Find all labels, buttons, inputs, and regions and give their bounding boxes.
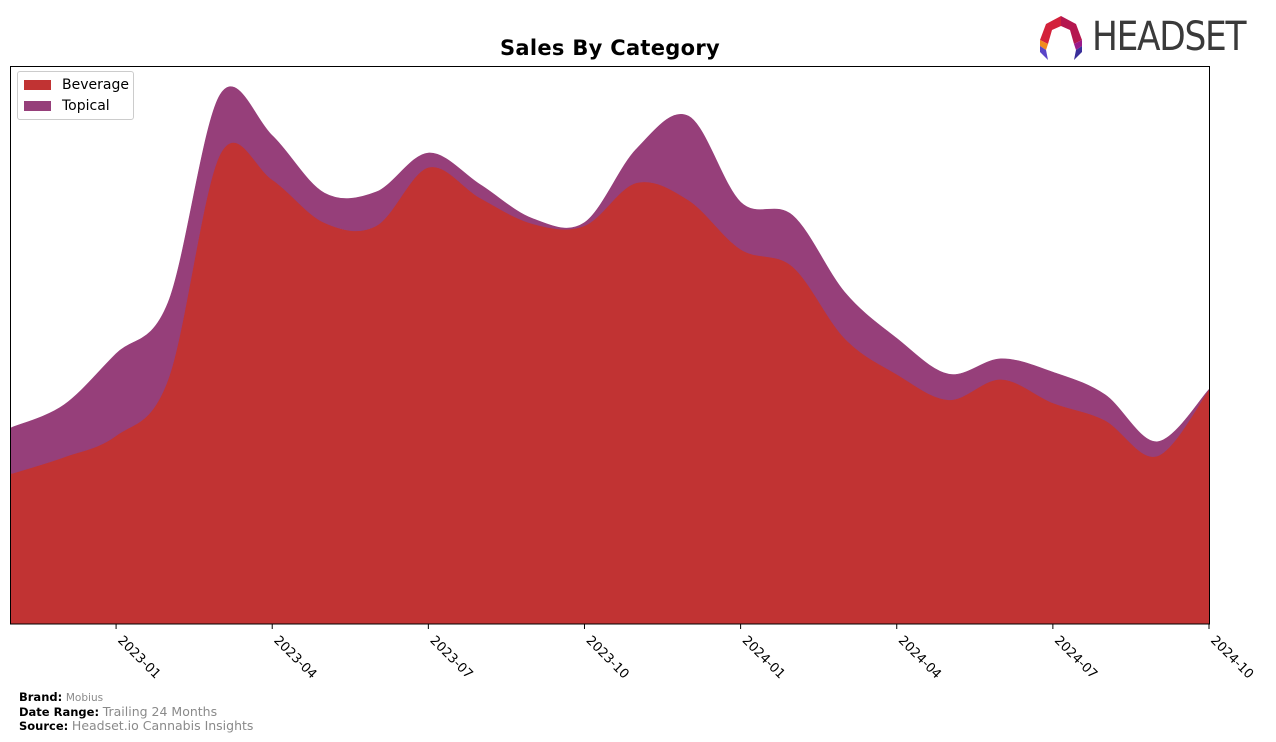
legend-swatch-beverage	[24, 80, 51, 90]
x-tick-label: 2023-10	[583, 633, 632, 682]
chart-plot: 2023-01 2023-04 2023-07 2023-10 2024-01 2024-…	[10, 66, 1256, 682]
footer-date-value: Trailing 24 Months	[102, 704, 218, 719]
legend-item-topical: Topical	[24, 97, 110, 115]
legend: Beverage Topical	[17, 71, 134, 120]
x-tick-label: 2024-04	[895, 633, 944, 682]
footer-brand: Brand: Mobius	[19, 690, 253, 705]
footer: Brand: Mobius Date Range: Trailing 24 Mo…	[19, 690, 253, 733]
x-axis: 2023-01 2023-04 2023-07 2023-10 2024-01 2024-…	[114, 624, 1256, 682]
footer-date-key: Date Range:	[19, 705, 100, 719]
footer-source: Source: Headset.io Cannabis Insights	[19, 718, 254, 734]
legend-label-beverage: Beverage	[62, 77, 129, 93]
x-tick-label: 2023-07	[427, 633, 476, 682]
footer-brand-value: Mobius	[65, 692, 104, 704]
x-tick-label: 2024-01	[739, 633, 788, 682]
legend-swatch-topical	[24, 101, 51, 111]
footer-source-value: Headset.io Cannabis Insights	[71, 718, 254, 733]
footer-source-key: Source:	[19, 719, 69, 733]
legend-item-beverage: Beverage	[24, 76, 129, 94]
footer-date-range: Date Range: Trailing 24 Months	[19, 704, 253, 720]
footer-brand-key: Brand:	[19, 690, 63, 704]
x-tick-label: 2023-01	[114, 633, 163, 682]
x-tick-label: 2023-04	[270, 633, 319, 682]
x-tick-label: 2024-07	[1051, 633, 1100, 682]
x-tick-label: 2024-10	[1207, 633, 1256, 682]
legend-label-topical: Topical	[62, 98, 110, 114]
